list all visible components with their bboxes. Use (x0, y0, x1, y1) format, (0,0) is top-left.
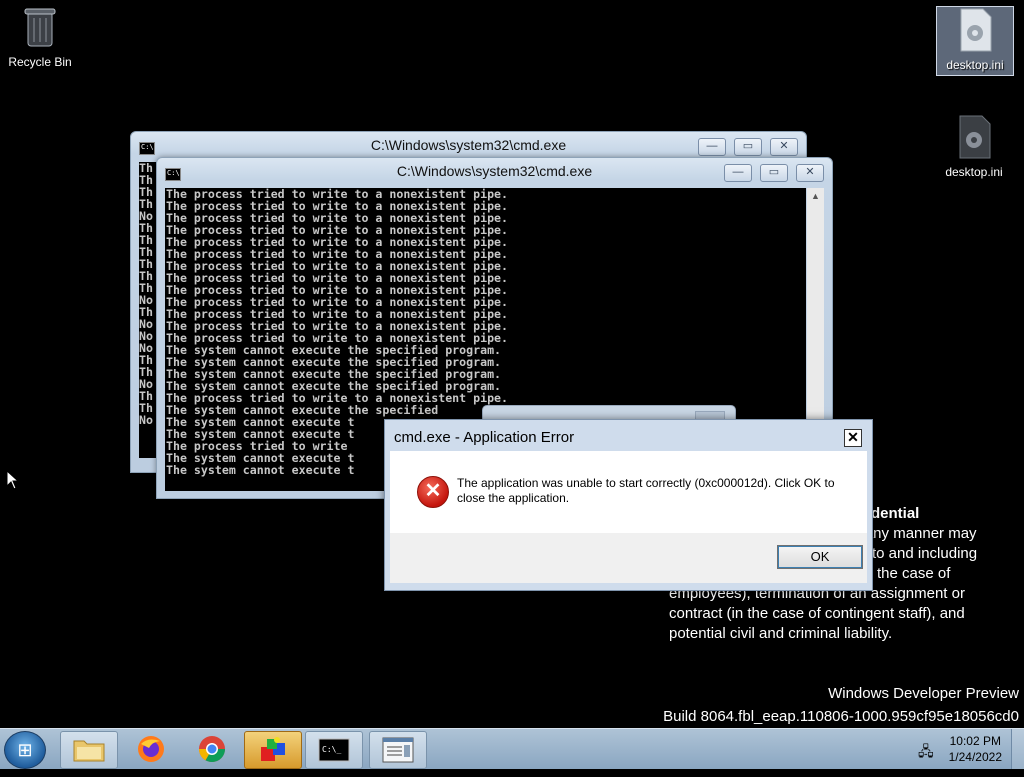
start-button[interactable]: ⊞ (4, 731, 46, 769)
ok-button[interactable]: OK (777, 545, 863, 569)
notice-line: contract (in the case of contingent staf… (669, 605, 965, 622)
taskbar-paint-app[interactable] (244, 731, 302, 769)
taskbar-chrome[interactable] (184, 731, 240, 767)
window-icon (382, 737, 414, 763)
desktop-ini-icon[interactable]: desktop.ini (936, 6, 1014, 76)
taskbar-notepad-window[interactable] (369, 731, 427, 769)
dialog-footer: OK (390, 533, 867, 583)
chrome-icon (198, 736, 226, 763)
clock[interactable]: 10:02 PM 1/24/2022 (949, 733, 1002, 765)
system-tray: 🖧 10:02 PM 1/24/2022 (912, 729, 1024, 769)
maximize-button[interactable]: ▭ (760, 164, 788, 182)
folder-icon (73, 740, 105, 762)
trash-can-icon (24, 8, 56, 47)
network-icon[interactable]: 🖧 (918, 741, 934, 765)
taskbar-command-prompt[interactable]: C:\_ (305, 731, 363, 769)
show-desktop-button[interactable] (1011, 729, 1024, 769)
clock-date: 1/24/2022 (948, 750, 1002, 764)
mouse-cursor-icon (6, 470, 18, 490)
svg-text:C:\_: C:\_ (322, 745, 341, 754)
windows-logo-icon: ⊞ (17, 740, 33, 760)
settings-file-icon (960, 8, 992, 52)
application-error-dialog[interactable]: cmd.exe - Application Error ✕ ✕ The appl… (384, 419, 873, 591)
paint-app-icon (261, 737, 285, 761)
desktop-ini-label: desktop.ini (945, 165, 1003, 179)
notice-line: potential civil and criminal liability. (669, 625, 893, 642)
error-message: The application was unable to start corr… (457, 476, 835, 505)
minimize-button[interactable]: — (698, 138, 726, 156)
build-watermark-version: Build 8064.fbl_eeap.110806-1000.959cf95e… (663, 708, 1019, 725)
desktop-ini-icon[interactable]: desktop.ini (936, 114, 1012, 179)
taskbar-file-explorer[interactable] (60, 731, 118, 769)
clock-time: 10:02 PM (949, 734, 1001, 748)
taskbar-firefox[interactable] (123, 731, 179, 767)
desktop-ini-label: desktop.ini (946, 58, 1004, 72)
taskbar: ⊞ C:\_ 🖧 10:02 PM 1/24/2022 (0, 728, 1024, 769)
settings-file-icon (959, 115, 991, 159)
close-button[interactable]: ✕ (770, 138, 798, 156)
dialog-close-button[interactable]: ✕ (844, 429, 862, 447)
minimize-button[interactable]: — (724, 164, 752, 182)
dialog-body: ✕ The application was unable to start co… (390, 451, 867, 533)
scroll-up-icon[interactable]: ▲ (807, 188, 824, 205)
maximize-button[interactable]: ▭ (734, 138, 762, 156)
recycle-bin-label: Recycle Bin (8, 55, 72, 69)
build-watermark-title: Windows Developer Preview (828, 685, 1019, 702)
recycle-bin-icon[interactable]: Recycle Bin (2, 6, 78, 69)
dialog-title: cmd.exe - Application Error (394, 429, 575, 446)
command-prompt-icon: C:\_ (318, 738, 350, 762)
error-icon: ✕ (417, 476, 449, 508)
firefox-icon (138, 736, 164, 762)
close-button[interactable]: ✕ (796, 164, 824, 182)
